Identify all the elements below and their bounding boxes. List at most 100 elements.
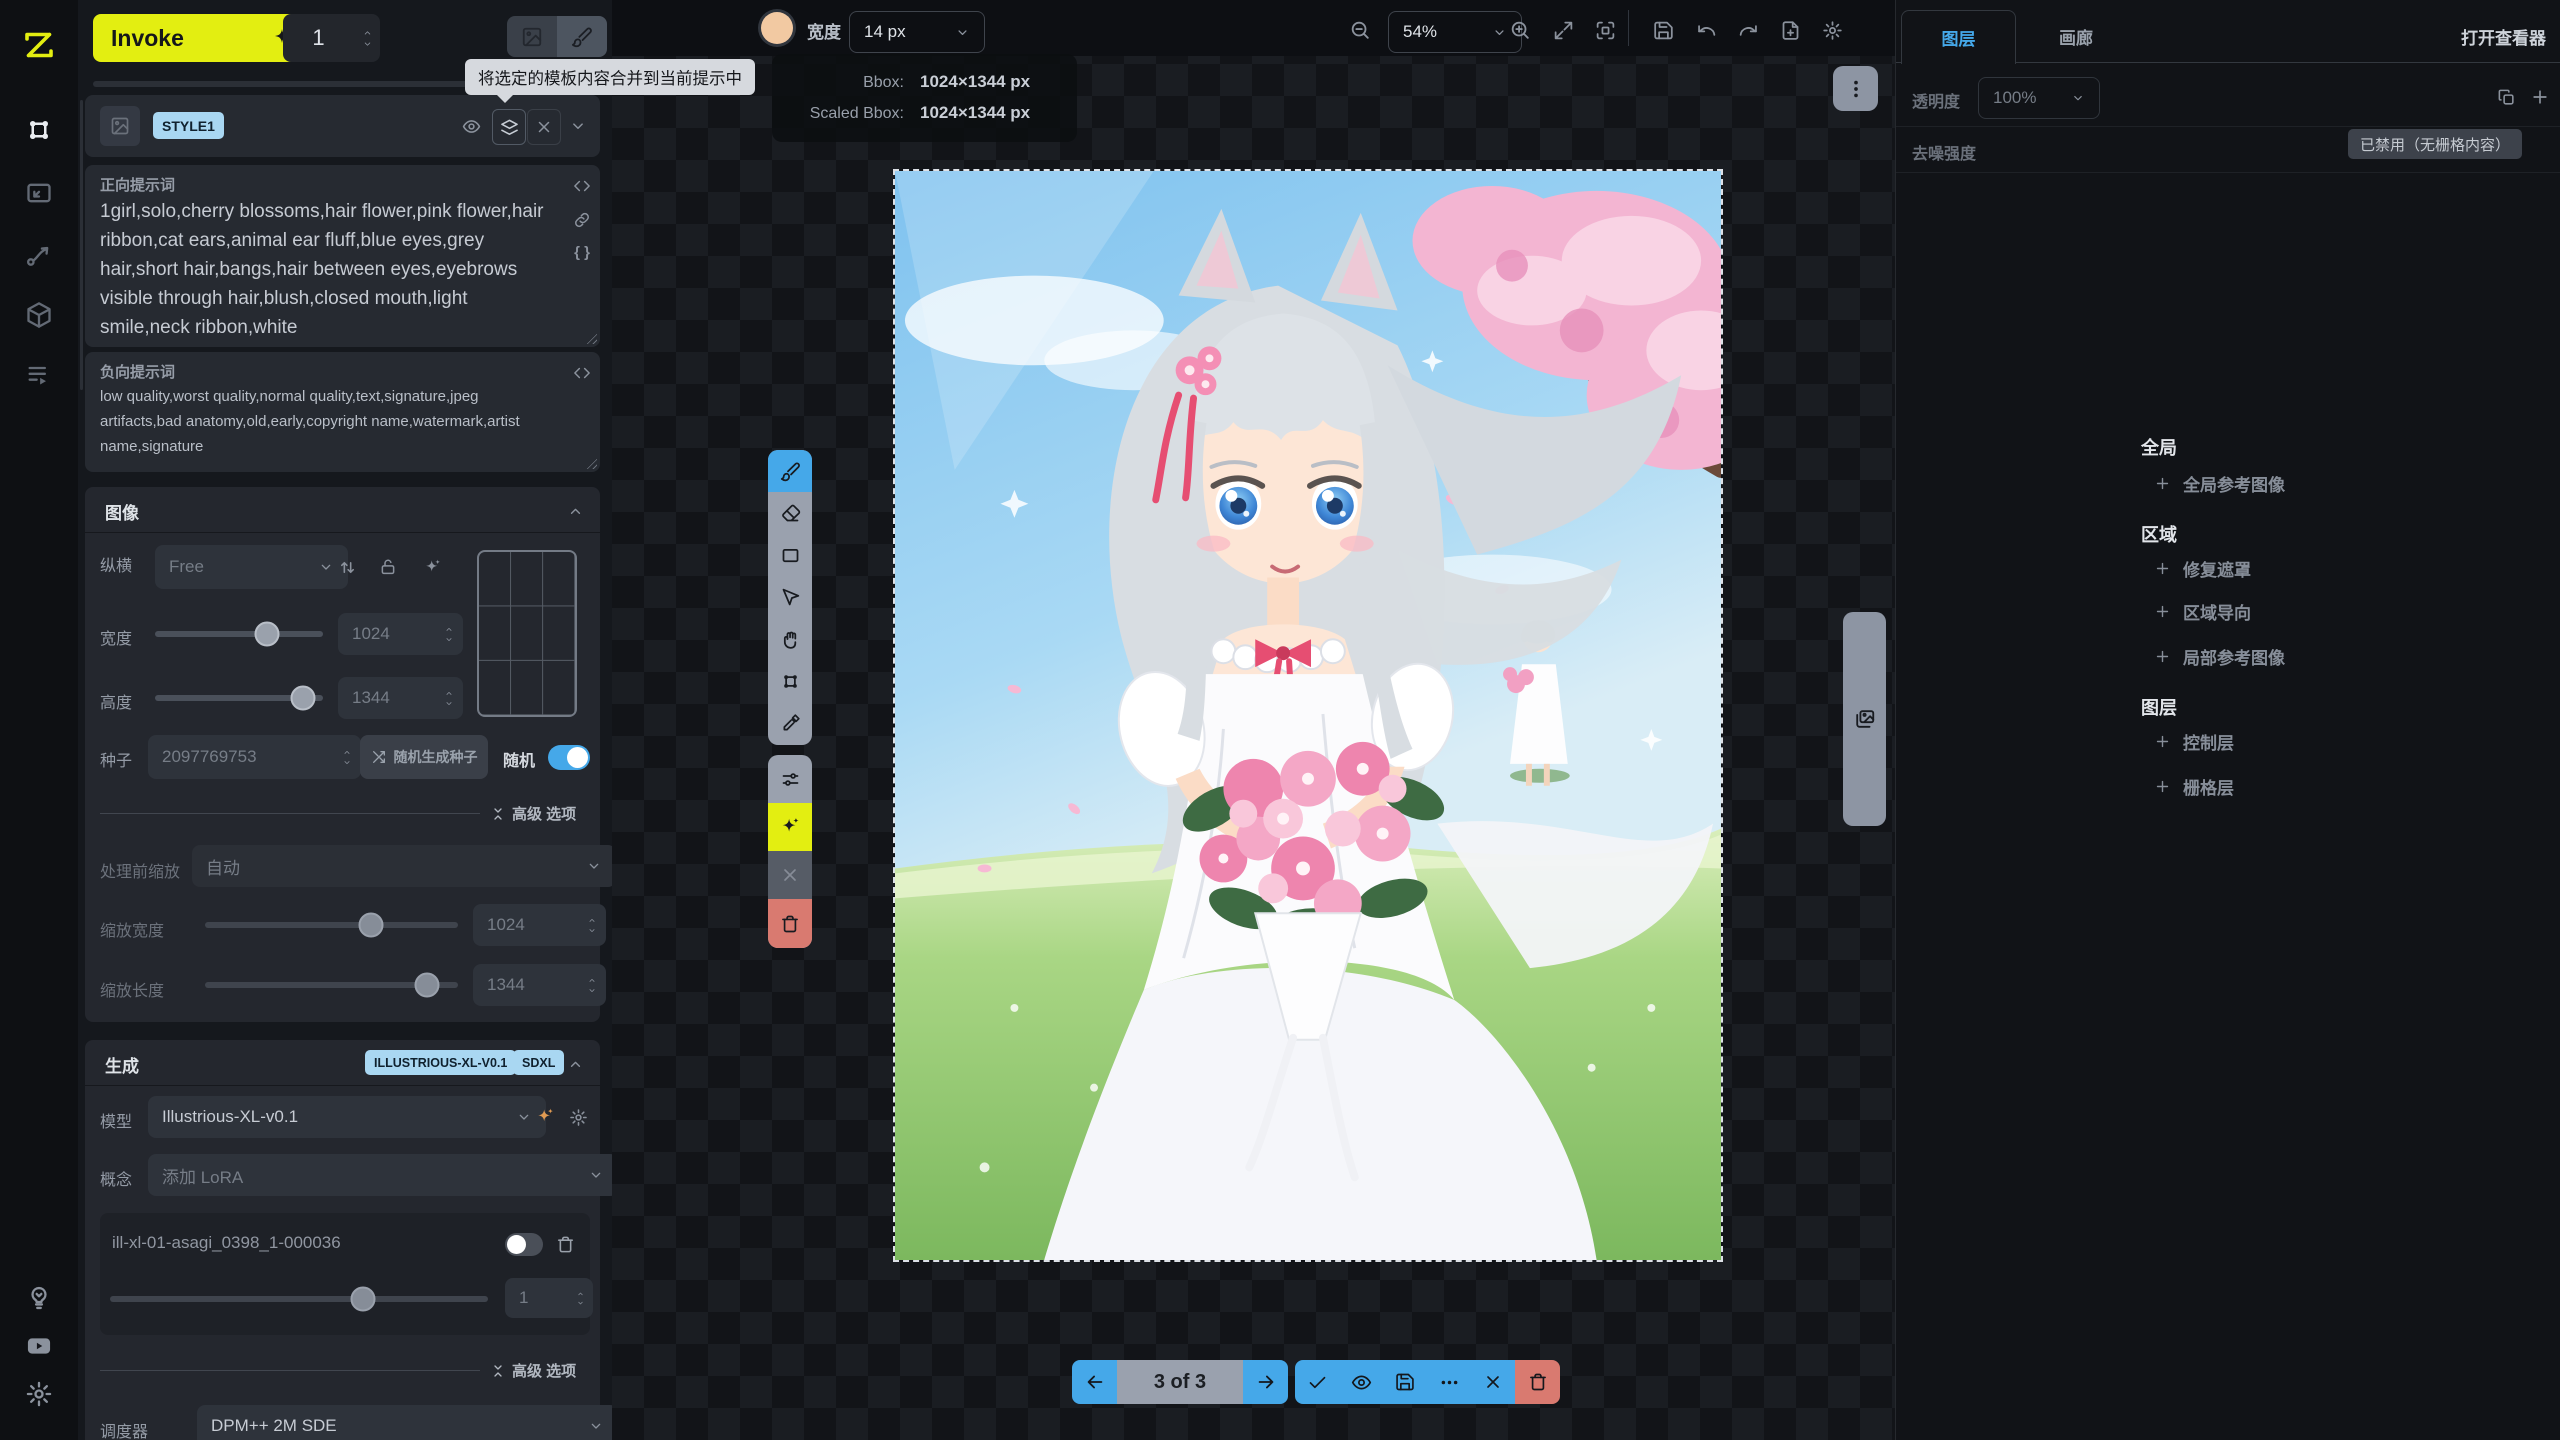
slider-knob[interactable] [255, 622, 280, 647]
add-layer-button[interactable] [2526, 83, 2554, 111]
randomize-seed-button[interactable]: 随机生成种子 [360, 735, 488, 779]
nav-canvas-icon[interactable] [19, 110, 59, 150]
discard-image-button[interactable] [1471, 1360, 1515, 1404]
collapse-section-button[interactable] [563, 499, 587, 523]
filter-button[interactable] [768, 755, 812, 803]
show-hide-button[interactable] [1339, 1360, 1383, 1404]
collapse-section-button[interactable] [563, 1052, 587, 1076]
add-inpaint-mask[interactable]: 修复遮罩 [2154, 556, 2251, 581]
tool-transform[interactable] [768, 660, 812, 702]
canvas-settings-button[interactable] [1817, 15, 1847, 45]
tool-brush[interactable] [768, 450, 812, 492]
style-view-button[interactable] [456, 111, 486, 141]
style-merge-button[interactable] [492, 109, 526, 145]
save-canvas-button[interactable] [1648, 15, 1678, 45]
add-regional-guidance[interactable]: 区域导向 [2154, 599, 2251, 624]
generate-region-button[interactable] [768, 803, 812, 851]
lora-delete-button[interactable] [552, 1231, 578, 1257]
fit-view-button[interactable] [1548, 15, 1578, 45]
negative-prompt-input[interactable]: low quality,worst quality,normal quality… [100, 384, 555, 462]
previous-image-button[interactable] [1072, 1360, 1117, 1404]
generation-section-header[interactable]: 生成 ILLUSTRIOUS-XL-V0.1 SDXL [85, 1040, 600, 1086]
tool-select[interactable] [768, 576, 812, 618]
resize-handle[interactable] [584, 456, 597, 469]
tool-pan[interactable] [768, 618, 812, 660]
lora-enabled-toggle[interactable] [505, 1233, 543, 1256]
duplicate-layer-button[interactable] [2492, 83, 2520, 111]
zoom-in-button[interactable] [1505, 15, 1535, 45]
fit-bbox-button[interactable] [1590, 15, 1620, 45]
style-expand-button[interactable] [563, 111, 593, 141]
add-raster-layer[interactable]: 栅格层 [2154, 774, 2234, 799]
seed-stepper[interactable] [337, 748, 357, 767]
queue-count-input[interactable]: 1 [283, 14, 380, 62]
redo-button[interactable] [1733, 15, 1763, 45]
nav-workflows-icon[interactable] [19, 235, 59, 275]
undo-button[interactable] [1691, 15, 1721, 45]
model-settings-button[interactable] [565, 1104, 591, 1130]
invoke-button[interactable]: Invoke [93, 14, 313, 62]
tab-layers[interactable]: 图层 [1901, 10, 2016, 64]
scaled-height-slider[interactable] [205, 982, 458, 988]
save-image-button[interactable] [1383, 1360, 1427, 1404]
image-section-header[interactable]: 图像 [85, 487, 600, 533]
gallery-panel-handle[interactable] [1843, 612, 1886, 826]
generated-image-bbox[interactable] [893, 169, 1723, 1262]
next-image-button[interactable] [1243, 1360, 1288, 1404]
brush-width-select[interactable]: 14 px [849, 11, 985, 53]
positive-prompt-input[interactable]: 1girl,solo,cherry blossoms,hair flower,p… [100, 197, 555, 339]
scale-mode-select[interactable]: 自动 [192, 845, 616, 887]
width-input[interactable]: 1024 [338, 613, 463, 655]
scaled-height-input[interactable]: 1344 [473, 964, 606, 1006]
height-stepper[interactable] [439, 689, 459, 708]
tool-rectangle[interactable] [768, 534, 812, 576]
slider-knob[interactable] [351, 1287, 376, 1312]
scheduler-select[interactable]: DPM++ 2M SDE [197, 1405, 618, 1440]
slider-knob[interactable] [415, 973, 440, 998]
zoom-out-button[interactable] [1345, 15, 1375, 45]
nav-upscale-icon[interactable] [19, 173, 59, 213]
prompt-link-button[interactable] [569, 207, 595, 233]
style-remove-button[interactable] [527, 109, 561, 145]
zoom-level-select[interactable]: 54% [1388, 11, 1522, 53]
height-slider[interactable] [155, 695, 323, 701]
slider-knob[interactable] [359, 913, 384, 938]
brush-color-swatch[interactable] [761, 12, 793, 44]
scaled-width-input[interactable]: 1024 [473, 904, 606, 946]
nav-queue-icon[interactable] [19, 355, 59, 395]
canvas-context-menu-button[interactable] [1833, 66, 1878, 111]
settings-gear-icon[interactable] [19, 1374, 59, 1414]
prompt-code-button[interactable] [569, 173, 595, 199]
width-slider[interactable] [155, 631, 323, 637]
style-badge[interactable]: STYLE1 [153, 112, 224, 139]
prompt-braces-button[interactable]: { } [569, 239, 595, 265]
model-default-settings-button[interactable] [532, 1104, 558, 1130]
lora-weight-slider[interactable] [110, 1296, 488, 1302]
scaled-width-slider[interactable] [205, 922, 458, 928]
random-seed-toggle[interactable] [548, 745, 590, 770]
tab-gallery[interactable]: 画廊 [2026, 10, 2126, 62]
aspect-select[interactable]: Free [155, 545, 348, 589]
template-brush-mode-button[interactable] [557, 16, 607, 57]
add-control-layer[interactable]: 控制层 [2154, 729, 2234, 754]
accept-image-button[interactable] [1295, 1360, 1339, 1404]
new-canvas-button[interactable] [1775, 15, 1805, 45]
swap-dimensions-button[interactable] [334, 554, 360, 580]
youtube-icon[interactable] [19, 1326, 59, 1366]
cancel-region-button[interactable] [768, 851, 812, 899]
resize-handle[interactable] [584, 331, 597, 344]
lora-weight-input[interactable]: 1 [505, 1278, 593, 1318]
more-actions-button[interactable] [1427, 1360, 1471, 1404]
delete-region-button[interactable] [768, 899, 812, 948]
template-image-mode-button[interactable] [507, 16, 557, 57]
discard-all-button[interactable] [1515, 1360, 1560, 1404]
optimize-size-button[interactable] [419, 554, 445, 580]
lock-aspect-button[interactable] [375, 554, 401, 580]
tips-lightbulb-icon[interactable] [19, 1278, 59, 1318]
panel-scrollbar[interactable] [80, 100, 83, 390]
model-select[interactable]: Illustrious-XL-v0.1 [148, 1096, 546, 1138]
generation-advanced-options[interactable]: 高级 选项 [490, 1360, 576, 1381]
seed-input[interactable]: 2097769753 [148, 735, 361, 779]
height-input[interactable]: 1344 [338, 677, 463, 719]
queue-count-stepper[interactable] [354, 28, 380, 49]
